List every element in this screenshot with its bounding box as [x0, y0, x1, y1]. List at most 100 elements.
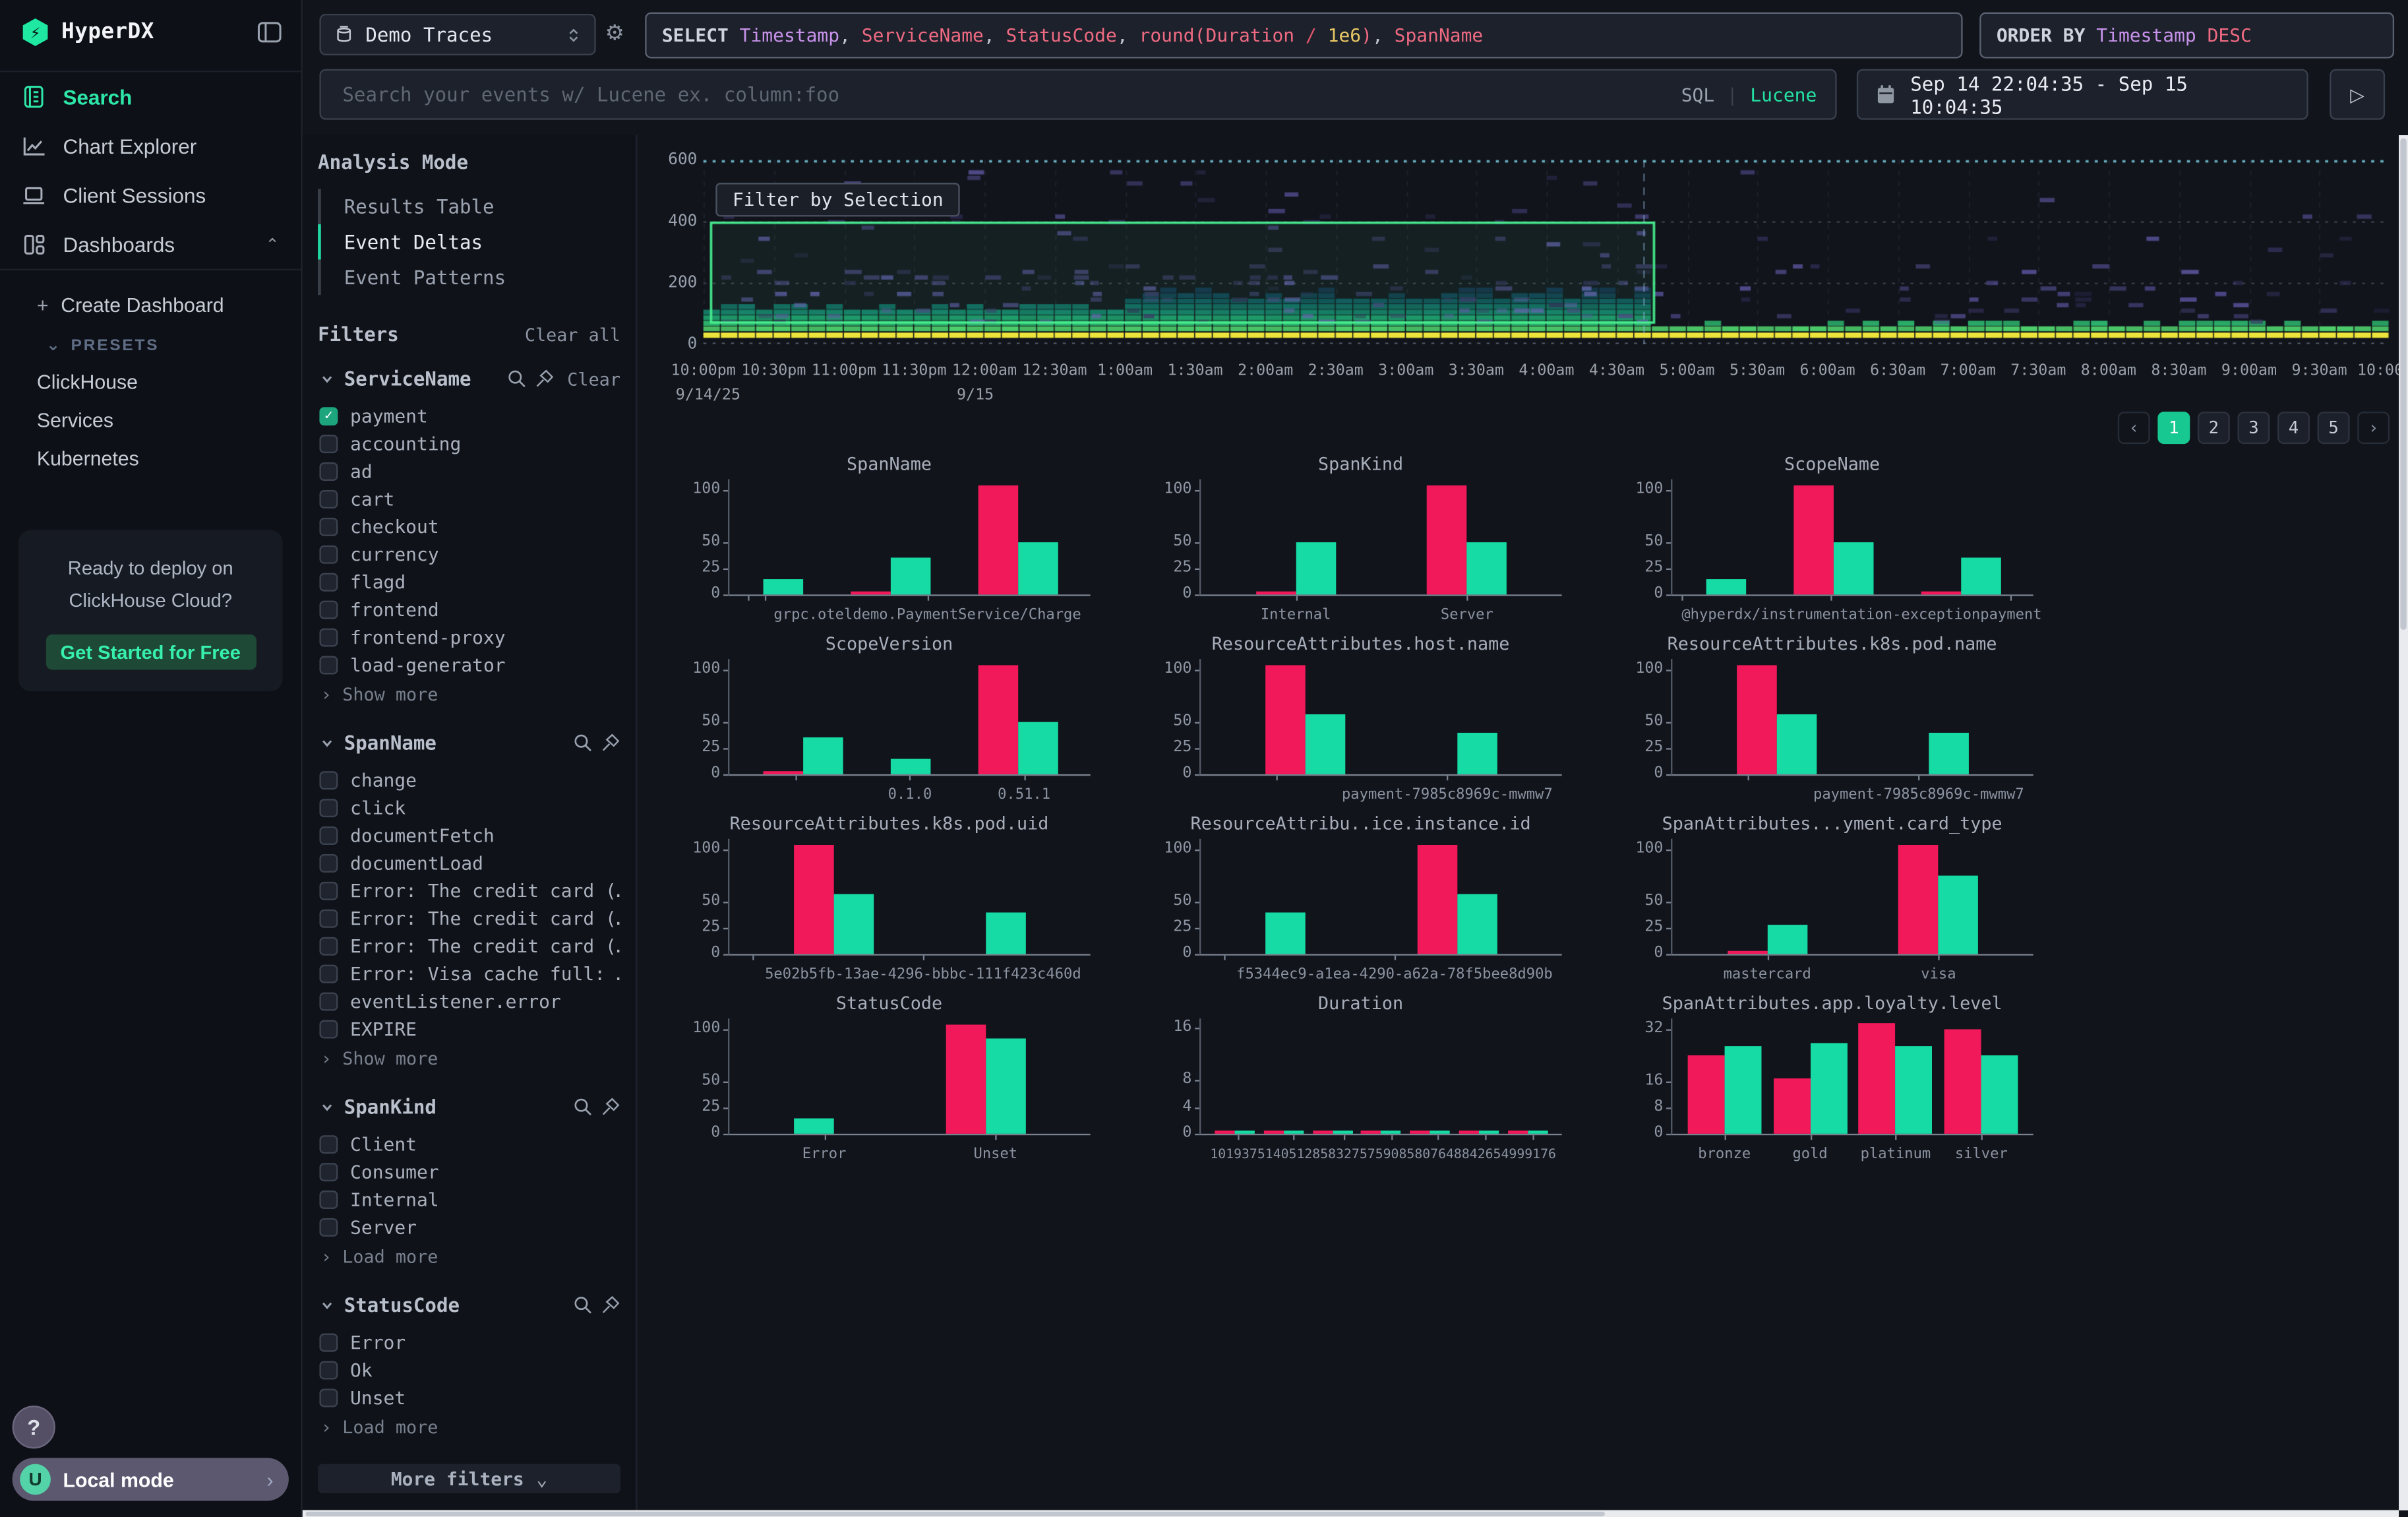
bar-group[interactable] [1737, 665, 1817, 774]
pagination-page-1[interactable]: 1 [2157, 412, 2190, 444]
local-mode-menu[interactable]: U Local mode › [13, 1458, 289, 1501]
bar-group[interactable] [946, 1024, 1025, 1134]
checkbox[interactable] [319, 1163, 338, 1181]
chevron-up-icon[interactable]: ⌃ [265, 234, 279, 254]
checkbox[interactable] [319, 490, 338, 509]
bar-group[interactable] [795, 1118, 835, 1134]
sql-mode-toggle[interactable]: SQL [1681, 84, 1715, 106]
filter-by-selection-button[interactable]: Filter by Selection [715, 183, 960, 216]
filter-option-error-visa-cache-full-[interactable]: Error: Visa cache full: … [318, 960, 620, 988]
checkbox[interactable] [319, 1191, 338, 1209]
search-icon[interactable] [507, 369, 527, 388]
sidebar-item-chart-explorer[interactable]: Chart Explorer [0, 121, 301, 171]
checkbox[interactable] [319, 965, 338, 983]
filter-show-more[interactable]: ›Show more [318, 679, 620, 705]
bar-group[interactable] [1508, 1131, 1548, 1134]
pagination-page-4[interactable]: 4 [2277, 412, 2310, 444]
gear-icon[interactable]: ⚙ [605, 22, 624, 46]
sidebar-item-dashboards[interactable]: Dashboards ⌃ [0, 220, 301, 269]
bar-group[interactable] [1793, 485, 1873, 594]
filter-load-more[interactable]: ›Load more [318, 1241, 620, 1268]
search-input[interactable] [340, 81, 1669, 108]
checkbox[interactable] [319, 1020, 338, 1039]
help-button[interactable]: ? [13, 1406, 55, 1448]
bar-group[interactable] [1427, 485, 1507, 594]
bar-group[interactable] [1457, 733, 1497, 774]
checkbox[interactable] [319, 462, 338, 481]
filter-option-cart[interactable]: cart [318, 485, 620, 513]
filter-option-payment[interactable]: ✓payment [318, 402, 620, 430]
bar-group[interactable] [986, 912, 1026, 954]
checkbox[interactable] [319, 826, 338, 845]
checkbox[interactable] [319, 629, 338, 647]
filter-option-consumer[interactable]: Consumer [318, 1158, 620, 1186]
checkbox[interactable] [319, 937, 338, 956]
filter-option-frontend[interactable]: frontend [318, 596, 620, 624]
filter-option-unset[interactable]: Unset [318, 1384, 620, 1412]
bar-group[interactable] [890, 758, 930, 774]
run-query-button[interactable]: ▷ [2330, 69, 2385, 120]
bar-group[interactable] [1773, 1043, 1847, 1134]
bar-group[interactable] [1921, 558, 2001, 594]
checkbox[interactable] [319, 993, 338, 1011]
sidebar-preset-kubernetes[interactable]: Kubernetes [0, 439, 301, 478]
bar-group[interactable] [1215, 1131, 1255, 1134]
filter-option-expire[interactable]: EXPIRE [318, 1016, 620, 1043]
analysis-mode-option-results-table[interactable]: Results Table [318, 189, 620, 224]
collapse-sidebar-icon[interactable] [256, 20, 283, 44]
filter-show-more[interactable]: ›Show more [318, 1043, 620, 1069]
presets-toggle[interactable]: ⌄ PRESETS [0, 324, 301, 362]
checkbox[interactable] [319, 1361, 338, 1380]
checkbox[interactable]: ✓ [319, 407, 338, 425]
pin-icon[interactable] [535, 369, 555, 388]
sidebar-item-search[interactable]: Search [0, 72, 301, 121]
order-by-input[interactable]: ORDER BY Timestamp DESC [1979, 13, 2394, 59]
filter-load-more[interactable]: ›Load more [318, 1411, 620, 1438]
bar-group[interactable] [1705, 579, 1745, 595]
filter-option-server[interactable]: Server [318, 1214, 620, 1241]
bar-group[interactable] [1266, 665, 1346, 774]
bar-group[interactable] [1362, 1131, 1402, 1134]
checkbox[interactable] [319, 882, 338, 900]
bar-group[interactable] [1263, 1131, 1304, 1134]
bar-group[interactable] [1410, 1131, 1451, 1134]
filter-option-documentfetch[interactable]: documentFetch [318, 822, 620, 850]
search-icon[interactable] [573, 1295, 593, 1315]
filter-option-checkout[interactable]: checkout [318, 513, 620, 541]
filter-option-client[interactable]: Client [318, 1130, 620, 1158]
checkbox[interactable] [319, 518, 338, 536]
pagination-page-2[interactable]: 2 [2198, 412, 2230, 444]
filter-option-click[interactable]: click [318, 794, 620, 822]
filter-group-title[interactable]: SpanKind [344, 1096, 436, 1119]
pin-icon[interactable] [601, 1295, 620, 1315]
filter-option-change[interactable]: change [318, 766, 620, 794]
analysis-mode-option-event-patterns[interactable]: Event Patterns [318, 260, 620, 295]
pagination-page-3[interactable]: 3 [2237, 412, 2270, 444]
checkbox[interactable] [319, 573, 338, 592]
checkbox[interactable] [319, 601, 338, 619]
filter-option-documentload[interactable]: documentLoad [318, 850, 620, 877]
bar-group[interactable] [1312, 1131, 1352, 1134]
clear-all-button[interactable]: Clear all [525, 323, 620, 345]
checkbox[interactable] [319, 1334, 338, 1352]
analysis-mode-option-event-deltas[interactable]: Event Deltas [318, 224, 620, 260]
checkbox[interactable] [319, 910, 338, 928]
bar-group[interactable] [850, 558, 930, 594]
search-icon[interactable] [573, 733, 593, 753]
lucene-mode-toggle[interactable]: Lucene [1750, 84, 1817, 106]
pin-icon[interactable] [601, 1097, 620, 1117]
filter-option-error-the-credit-card-[interactable]: Error: The credit card (… [318, 933, 620, 960]
filter-option-flagd[interactable]: flagd [318, 569, 620, 596]
bar-group[interactable] [1898, 844, 1978, 954]
checkbox[interactable] [319, 435, 338, 453]
bar-group[interactable] [1687, 1046, 1761, 1134]
checkbox[interactable] [319, 656, 338, 675]
bar-group[interactable] [762, 579, 802, 595]
bar-group[interactable] [1256, 542, 1336, 594]
filter-option-ok[interactable]: Ok [318, 1357, 620, 1384]
bar-group[interactable] [1929, 733, 1969, 774]
checkbox[interactable] [319, 1218, 338, 1237]
checkbox[interactable] [319, 771, 338, 789]
bar-group[interactable] [1728, 925, 1807, 954]
bar-group[interactable] [762, 738, 842, 774]
